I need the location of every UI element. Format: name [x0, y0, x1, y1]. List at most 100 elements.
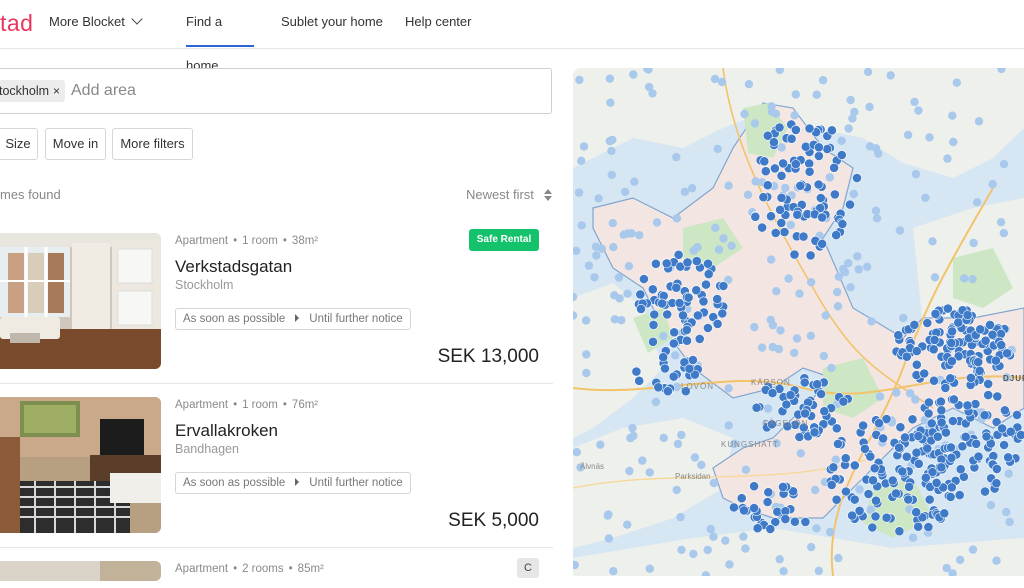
map-marker-light[interactable] — [623, 520, 632, 529]
map-marker-light[interactable] — [757, 343, 767, 352]
map-marker-light[interactable] — [886, 71, 895, 80]
map-marker[interactable] — [894, 526, 905, 537]
map-marker[interactable] — [681, 324, 692, 335]
map-marker[interactable] — [962, 310, 973, 320]
map-marker[interactable] — [887, 475, 898, 486]
map-marker-light[interactable] — [943, 154, 952, 163]
map-marker[interactable] — [698, 296, 709, 307]
map-marker[interactable] — [948, 394, 959, 405]
map-marker-light[interactable] — [865, 102, 874, 112]
map-marker-light[interactable] — [814, 566, 823, 576]
map-marker-light[interactable] — [614, 273, 624, 282]
map-marker[interactable] — [812, 379, 823, 390]
map-marker-light[interactable] — [724, 421, 733, 430]
map-marker-light[interactable] — [652, 218, 662, 227]
more-filters-button[interactable]: More filters — [112, 128, 193, 160]
map-marker[interactable] — [770, 227, 781, 238]
map-marker-light[interactable] — [671, 351, 680, 360]
map-marker-light[interactable] — [624, 262, 634, 271]
map-marker[interactable] — [750, 211, 761, 222]
map-marker[interactable] — [1012, 409, 1022, 420]
map-marker-light[interactable] — [796, 449, 805, 458]
map-marker-light[interactable] — [592, 251, 601, 260]
logo[interactable]: tad — [0, 10, 33, 37]
map-marker[interactable] — [636, 303, 646, 314]
map-marker-light[interactable] — [627, 229, 636, 238]
map-marker[interactable] — [838, 396, 849, 407]
map-marker[interactable] — [792, 209, 803, 220]
map-marker[interactable] — [913, 458, 924, 469]
map-marker[interactable] — [778, 481, 788, 492]
map-marker[interactable] — [634, 375, 645, 386]
map-marker-light[interactable] — [792, 334, 802, 343]
map-marker[interactable] — [804, 123, 815, 134]
map-marker-light[interactable] — [791, 90, 800, 99]
map-marker[interactable] — [931, 477, 942, 488]
map-marker[interactable] — [799, 377, 810, 388]
map-marker[interactable] — [809, 427, 820, 438]
map-marker-light[interactable] — [969, 238, 978, 248]
map-marker[interactable] — [712, 318, 723, 329]
sort-dropdown[interactable]: Newest first — [466, 187, 534, 202]
map-marker-light[interactable] — [921, 193, 930, 202]
map-marker[interactable] — [674, 298, 685, 308]
map-marker-light[interactable] — [871, 206, 881, 215]
map-marker[interactable] — [939, 508, 950, 519]
map-marker-light[interactable] — [744, 80, 754, 89]
map-marker[interactable] — [891, 488, 901, 499]
map-marker[interactable] — [947, 326, 957, 337]
map-marker-light[interactable] — [638, 456, 647, 465]
map-marker-light[interactable] — [992, 556, 1001, 565]
map-marker-light[interactable] — [607, 146, 616, 156]
listing-photo[interactable] — [0, 397, 161, 533]
map-marker-light[interactable] — [676, 512, 685, 522]
map-marker-light[interactable] — [709, 532, 718, 541]
map-marker-light[interactable] — [825, 173, 834, 182]
map-marker[interactable] — [800, 408, 810, 419]
map-marker[interactable] — [798, 231, 809, 242]
map-marker-light[interactable] — [968, 545, 978, 554]
map-marker[interactable] — [871, 495, 881, 506]
map-marker-light[interactable] — [607, 170, 616, 180]
map-marker-light[interactable] — [806, 331, 815, 340]
map-marker-light[interactable] — [620, 187, 630, 197]
map-marker[interactable] — [688, 355, 698, 365]
map-marker-light[interactable] — [821, 311, 830, 320]
map-marker[interactable] — [1003, 452, 1013, 463]
map-marker-light[interactable] — [867, 317, 876, 326]
map-marker[interactable] — [817, 212, 827, 223]
map-marker[interactable] — [980, 486, 990, 497]
map-marker[interactable] — [849, 460, 860, 471]
map-marker[interactable] — [924, 494, 935, 505]
map-marker-light[interactable] — [721, 536, 730, 545]
map-marker-light[interactable] — [908, 533, 918, 542]
map-marker-light[interactable] — [818, 76, 828, 85]
map-marker[interactable] — [996, 340, 1007, 350]
map-marker[interactable] — [829, 162, 839, 173]
map-marker-light[interactable] — [703, 545, 712, 555]
map-marker[interactable] — [845, 199, 855, 210]
map-marker-light[interactable] — [1004, 469, 1013, 478]
map-marker[interactable] — [833, 438, 843, 449]
map-marker[interactable] — [774, 122, 785, 133]
map-marker[interactable] — [874, 418, 884, 429]
map-marker-light[interactable] — [834, 553, 843, 563]
map-marker[interactable] — [919, 368, 930, 379]
map-marker-light[interactable] — [610, 291, 619, 300]
map-marker[interactable] — [822, 144, 833, 154]
map-marker[interactable] — [760, 166, 771, 177]
map-marker-light[interactable] — [724, 181, 733, 190]
map-marker-light[interactable] — [948, 111, 957, 120]
map-marker-light[interactable] — [790, 348, 799, 358]
map-marker-light[interactable] — [677, 545, 686, 555]
map-marker-light[interactable] — [846, 283, 855, 292]
map-marker[interactable] — [911, 359, 922, 370]
map-marker[interactable] — [804, 166, 815, 177]
map-marker-light[interactable] — [968, 275, 977, 284]
listing-title[interactable]: Ervallakroken — [175, 421, 278, 441]
map-marker-light[interactable] — [911, 169, 921, 179]
map-marker[interactable] — [869, 463, 880, 474]
listing-title[interactable]: Verkstadsgatan — [175, 257, 292, 277]
map-marker[interactable] — [678, 310, 688, 321]
map-marker[interactable] — [922, 443, 933, 454]
